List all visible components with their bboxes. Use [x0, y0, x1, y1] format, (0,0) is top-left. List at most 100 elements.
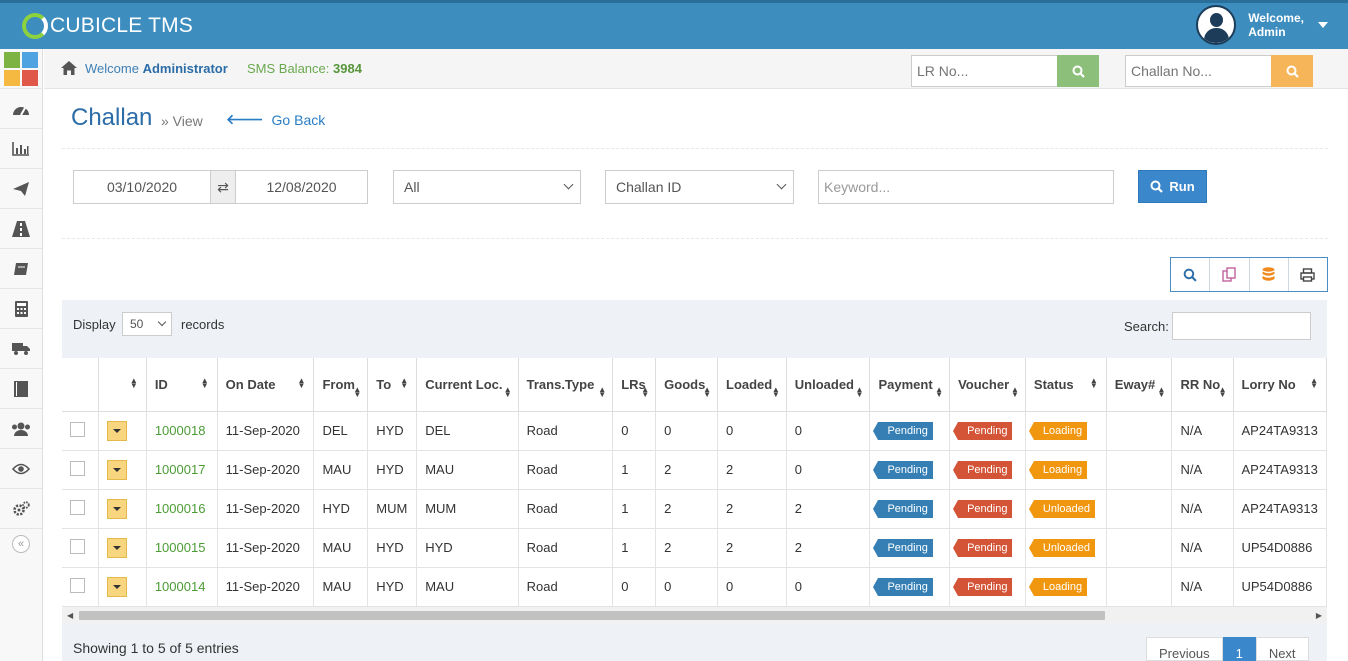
apps-grid-icon[interactable]: [0, 49, 43, 89]
scroll-left-icon[interactable]: ◀: [67, 611, 73, 620]
col-goods[interactable]: Goods ▲ ▼: [655, 358, 718, 412]
ledger-icon: [14, 380, 28, 397]
sidebar-vehicles[interactable]: [0, 329, 42, 369]
sidebar-reports[interactable]: [0, 129, 42, 169]
home-icon[interactable]: [61, 61, 77, 75]
lr-search-input[interactable]: [911, 55, 1058, 87]
previous-page-button[interactable]: Previous: [1146, 637, 1223, 661]
status-badge: Loading: [1028, 460, 1088, 479]
row-checkbox[interactable]: [70, 460, 85, 476]
field-select[interactable]: Challan ID: [605, 170, 794, 204]
next-page-button[interactable]: Next: [1255, 637, 1309, 661]
col-loaded[interactable]: Loaded ▲ ▼: [717, 358, 787, 412]
cell-status: Unloaded: [1025, 528, 1107, 568]
date-to-input[interactable]: 12/08/2020: [235, 170, 368, 204]
cell-lorry-no: UP54D0886: [1233, 567, 1327, 607]
table-row[interactable]: 1000014 11-Sep-2020 MAU HYD MAU Road 0 0 0 0 Pendi…: [62, 567, 1327, 607]
cell-eway: [1106, 450, 1173, 490]
table-row[interactable]: 1000016 11-Sep-2020 HYD MUM MUM Road 1 2 2 2 Pendi…: [62, 489, 1327, 529]
col-payment[interactable]: Payment ▲ ▼: [869, 358, 951, 412]
col-unloaded[interactable]: Unloaded ▲ ▼: [786, 358, 871, 412]
sidebar-users[interactable]: [0, 409, 42, 449]
keyword-input[interactable]: Keyword...: [818, 170, 1114, 204]
challan-id-link[interactable]: 1000015: [155, 540, 206, 555]
col-to[interactable]: To ▲ ▼: [367, 358, 418, 412]
sms-value: 3984: [333, 61, 362, 76]
row-actions-dropdown[interactable]: [107, 537, 128, 558]
status-select[interactable]: All: [393, 170, 581, 204]
challan-id-link[interactable]: 1000017: [155, 462, 206, 477]
tool-export-button[interactable]: [1250, 258, 1289, 291]
challan-id-link[interactable]: 1000016: [155, 501, 206, 516]
lr-search-button[interactable]: [1057, 55, 1099, 87]
cell-status: Loading: [1025, 411, 1107, 451]
cell-date: 11-Sep-2020: [217, 567, 315, 607]
sidebar-ledger[interactable]: [0, 369, 42, 409]
sidebar-books[interactable]: [0, 249, 42, 289]
horizontal-scrollbar[interactable]: ◀ ▶: [62, 606, 1327, 623]
scroll-right-icon[interactable]: ▶: [1316, 611, 1322, 620]
cell-id: 1000015: [146, 528, 218, 568]
row-actions-dropdown[interactable]: [107, 576, 128, 597]
cell-from: HYD: [313, 489, 369, 529]
challan-search-input[interactable]: [1125, 55, 1272, 87]
challan-id-link[interactable]: 1000018: [155, 423, 206, 438]
col-lorry-no[interactable]: Lorry No ▲ ▼: [1233, 358, 1327, 412]
tool-search-button[interactable]: [1171, 258, 1211, 291]
col-eway[interactable]: Eway# ▲ ▼: [1106, 358, 1173, 412]
sidebar-collapse-button[interactable]: «: [12, 535, 30, 553]
sidebar-dispatch[interactable]: [0, 169, 42, 209]
row-actions-dropdown[interactable]: [107, 459, 128, 480]
cell-status: Loading: [1025, 567, 1107, 607]
table-row[interactable]: 1000018 11-Sep-2020 DEL HYD DEL Road 0 0 0 0 Pendi…: [62, 411, 1327, 451]
page-length-select[interactable]: 50: [122, 312, 172, 336]
col-actions[interactable]: ▲ ▼: [98, 358, 147, 412]
col-voucher[interactable]: Voucher ▲ ▼: [949, 358, 1026, 412]
sidebar-dashboard[interactable]: [0, 89, 42, 129]
col-lrs[interactable]: LRs ▲ ▼: [612, 358, 657, 412]
sidebar-view[interactable]: [0, 449, 42, 489]
challan-search-button[interactable]: [1271, 55, 1313, 87]
cell-from: MAU: [313, 450, 369, 490]
cell-goods: 2: [655, 528, 718, 568]
row-checkbox[interactable]: [70, 538, 85, 554]
caret-down-icon[interactable]: [1318, 22, 1328, 28]
user-menu[interactable]: Welcome, Admin: [1196, 5, 1328, 45]
scroll-thumb[interactable]: [79, 611, 1105, 620]
row-checkbox[interactable]: [70, 421, 85, 437]
row-actions-dropdown[interactable]: [107, 498, 128, 519]
avatar[interactable]: [1196, 5, 1237, 45]
table-row[interactable]: 1000015 11-Sep-2020 MAU HYD HYD Road 1 2 2 2 Pendi…: [62, 528, 1327, 568]
run-button[interactable]: Run: [1138, 170, 1207, 203]
table-search-input[interactable]: [1172, 312, 1311, 340]
search-icon: [1286, 65, 1299, 78]
app-logo[interactable]: CUBICLE TMS: [22, 13, 193, 39]
sidebar-settings[interactable]: [0, 489, 42, 529]
payment-badge: Pending: [873, 538, 933, 557]
page-1-button[interactable]: 1: [1222, 637, 1256, 661]
cell-eway: [1106, 528, 1173, 568]
col-current-loc[interactable]: Current Loc. ▲ ▼: [416, 358, 519, 412]
col-status[interactable]: Status ▲ ▼: [1025, 358, 1107, 412]
table-row[interactable]: 1000017 11-Sep-2020 MAU HYD MAU Road 1 2 2 0 Pendi…: [62, 450, 1327, 490]
col-on-date[interactable]: On Date ▲ ▼: [217, 358, 315, 412]
row-checkbox[interactable]: [70, 499, 85, 515]
date-from-input[interactable]: 03/10/2020: [73, 170, 211, 204]
challan-id-link[interactable]: 1000014: [155, 579, 206, 594]
page-subtitle: » View: [161, 113, 203, 129]
tool-print-button[interactable]: [1289, 258, 1327, 291]
col-from[interactable]: From ▲ ▼: [313, 358, 369, 412]
row-actions-dropdown[interactable]: [107, 420, 128, 441]
row-checkbox[interactable]: [70, 577, 85, 593]
go-back-link[interactable]: 🡐 Go Back: [226, 111, 325, 128]
sidebar-accounts[interactable]: [0, 289, 42, 329]
tool-copy-button[interactable]: [1210, 258, 1250, 291]
display-label: Display: [73, 317, 116, 332]
col-id[interactable]: ID ▲ ▼: [146, 358, 218, 412]
sidebar-routes[interactable]: [0, 209, 42, 249]
col-rr-no[interactable]: RR No ▲ ▼: [1171, 358, 1234, 412]
col-trans-type[interactable]: Trans.Type ▲ ▼: [518, 358, 614, 412]
top-header: CUBICLE TMS Welcome, Admin: [0, 0, 1348, 49]
welcome-prefix: Welcome: [85, 61, 139, 76]
status-badge: Unloaded: [1028, 538, 1095, 557]
